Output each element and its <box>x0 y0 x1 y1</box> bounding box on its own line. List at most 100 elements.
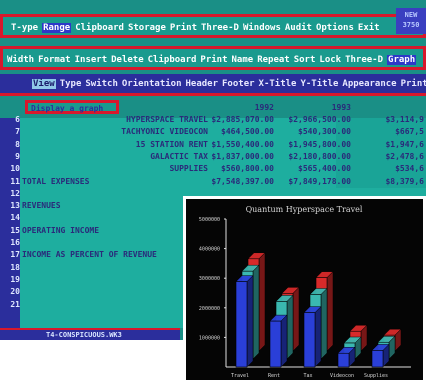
cell-v1994[interactable]: $8,379,6 <box>358 177 424 186</box>
x-tick-label: Videocon <box>330 373 354 379</box>
row-label[interactable]: TOTAL EXPENSES <box>22 177 89 186</box>
cell-v1994[interactable]: $3,114,9 <box>358 115 424 124</box>
menu-item-repeat[interactable]: Repeat <box>257 55 290 65</box>
menu-item-width[interactable]: Width <box>7 55 34 65</box>
bar <box>235 281 248 368</box>
cell-v1993[interactable]: $7,849,178.00 <box>285 177 351 186</box>
menu-item-insert[interactable]: Insert <box>75 55 108 65</box>
menu-item-view[interactable]: View <box>32 79 56 89</box>
row-label[interactable]: OPERATING INCOME <box>22 226 99 235</box>
bar-side <box>252 264 260 360</box>
menu-item-x-title[interactable]: X-Title <box>259 79 297 89</box>
worksheet-menu-bar: Width Format Insert Delete Clipboard Print Nam… <box>0 46 426 70</box>
cell-v1993[interactable]: $540,300.00 <box>285 127 351 136</box>
menu-item-format[interactable]: Format <box>38 55 71 65</box>
row-label[interactable]: GALACTIC TAX <box>98 152 208 161</box>
row-number-gutter <box>0 118 20 328</box>
x-tick-label: Supplies <box>364 373 388 379</box>
menu-item-print[interactable]: Print <box>401 79 426 89</box>
row-number: 11 <box>10 176 20 186</box>
menu-item-delete[interactable]: Delete <box>111 55 144 65</box>
command-prompt: Display a graph <box>25 100 119 114</box>
bar <box>337 352 350 368</box>
y-tick-label: 5000000 <box>199 217 220 223</box>
menu-item-appearance[interactable]: Appearance <box>342 79 396 89</box>
cell-v1994[interactable]: $1,947,6 <box>358 140 424 149</box>
menu-item-three-d[interactable]: Three-D <box>345 55 383 65</box>
menu-item-type[interactable]: Type <box>60 79 82 89</box>
menu-item-storage[interactable]: Storage <box>128 23 166 33</box>
menu-item-audit[interactable]: Audit <box>285 23 312 33</box>
menu-item-graph[interactable]: Graph <box>387 55 417 65</box>
bar-side <box>314 306 322 368</box>
menu-item-clipboard[interactable]: Clipboard <box>148 55 197 65</box>
y-tick-label: 1000000 <box>199 335 220 341</box>
menu-item-clipboard[interactable]: Clipboard <box>75 23 124 33</box>
cell-v1994[interactable]: $2,478,6 <box>358 152 424 161</box>
menu-item-windows[interactable]: Windows <box>243 23 281 33</box>
menu-item-footer[interactable]: Footer <box>222 79 255 89</box>
bar-side <box>326 271 334 352</box>
cell-v1994[interactable]: $534,6 <box>358 164 424 173</box>
row-label[interactable]: 15 STATION RENT <box>98 140 208 149</box>
menu-item-orientation[interactable]: Orientation <box>122 79 182 89</box>
menu-item-three-d[interactable]: Three-D <box>201 23 239 33</box>
bar-side <box>280 314 288 368</box>
cell-v1992[interactable]: $7,548,397.00 <box>208 177 274 186</box>
menu-item-header[interactable]: Header <box>186 79 219 89</box>
cell-v1993[interactable]: $1,945,800.00 <box>285 140 351 149</box>
cell-v1993[interactable]: $2,180,800.00 <box>285 152 351 161</box>
mode-indicator: NEW 3750 <box>396 8 426 34</box>
cell-v1992[interactable]: $560,800.00 <box>208 164 274 173</box>
x-tick-label: Tax <box>303 373 312 379</box>
row-number: 20 <box>10 287 20 297</box>
bar <box>303 312 316 368</box>
menu-item-lock[interactable]: Lock <box>319 55 341 65</box>
menu-item-t-ype[interactable]: T-ype <box>11 23 38 33</box>
menu-item-sort[interactable]: Sort <box>294 55 316 65</box>
menu-item-switch[interactable]: Switch <box>85 79 118 89</box>
row-number: 14 <box>10 213 20 223</box>
bar-side <box>292 286 300 352</box>
row-label[interactable]: SUPPLIES <box>98 164 208 173</box>
y-tick-label: 2000000 <box>199 306 220 312</box>
row-number: 13 <box>10 201 20 211</box>
cell-v1992[interactable]: $2,885,070.00 <box>208 115 274 124</box>
x-tick-label: Travel <box>231 373 249 379</box>
bar-side <box>286 294 294 360</box>
bar-side <box>258 252 266 352</box>
row-label[interactable]: INCOME AS PERCENT OF REVENUE <box>22 250 157 259</box>
cell-v1992[interactable]: $1,550,400.00 <box>208 140 274 149</box>
menu-item-print[interactable]: Print <box>170 23 197 33</box>
row-number: 16 <box>10 238 20 247</box>
main-menu-bar: T-ype Range Clipboard Storage Print Three-D Wi… <box>0 14 426 38</box>
cell-v1993[interactable]: $2,966,500.00 <box>285 115 351 124</box>
bar <box>269 320 282 368</box>
row-label[interactable]: HYPERSPACE TRAVEL <box>98 115 208 124</box>
menu-item-range[interactable]: Range <box>42 23 72 33</box>
bar-chart: Quantum Hyperspace Travel 1000000 2000000 3… <box>199 205 411 379</box>
y-tick-label: 3000000 <box>199 276 220 282</box>
graph-window: Quantum Hyperspace Travel 1000000 2000000 3… <box>183 196 426 383</box>
bar-side <box>320 287 328 360</box>
menu-item-name[interactable]: Name <box>232 55 254 65</box>
menu-item-options[interactable]: Options <box>316 23 354 33</box>
row-number: 21 <box>10 299 20 309</box>
bar-side <box>246 274 254 368</box>
row-number: 9 <box>15 151 20 161</box>
cell-v1994[interactable]: $667,5 <box>358 127 424 136</box>
chart-title: Quantum Hyperspace Travel <box>246 205 363 214</box>
cell-v1992[interactable]: $1,837,000.00 <box>208 152 274 161</box>
menu-item-y-title[interactable]: Y-Title <box>300 79 338 89</box>
menu-item-exit[interactable]: Exit <box>358 23 380 33</box>
bar <box>371 350 384 368</box>
row-number: 10 <box>10 164 20 174</box>
row-number: 18 <box>10 262 20 272</box>
row-number: 17 <box>10 250 20 260</box>
row-label[interactable]: REVENUES <box>22 201 61 210</box>
column-header-1992: 1992 <box>254 103 274 112</box>
cell-v1992[interactable]: $464,500.00 <box>208 127 274 136</box>
cell-v1993[interactable]: $565,400.00 <box>285 164 351 173</box>
row-label[interactable]: TACHYONIC VIDEOCON <box>98 127 208 136</box>
menu-item-print[interactable]: Print <box>200 55 227 65</box>
